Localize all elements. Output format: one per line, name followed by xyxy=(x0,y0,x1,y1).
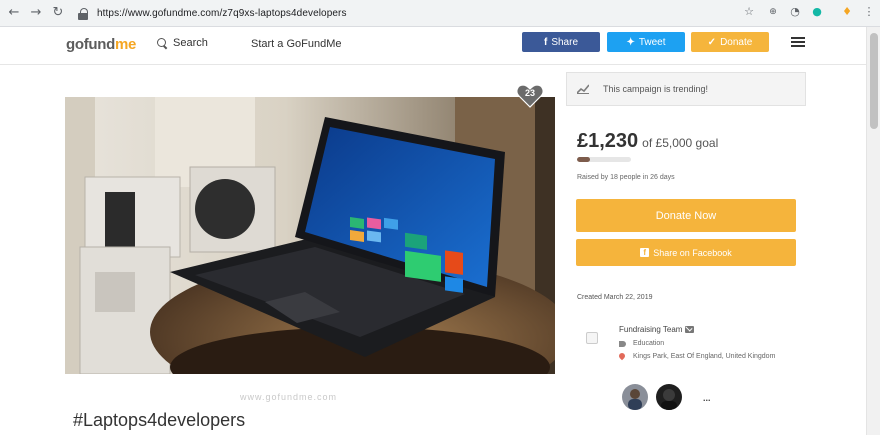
facebook-icon: f xyxy=(640,248,650,257)
hamburger-icon[interactable] xyxy=(791,37,805,47)
lock-icon xyxy=(78,7,88,20)
raised-summary: £1,230 of £5,000 goal xyxy=(577,130,718,153)
trending-banner: This campaign is trending! xyxy=(566,72,806,106)
page-scrollbar[interactable] xyxy=(866,27,880,435)
share-facebook-label: Share on Facebook xyxy=(653,247,732,258)
facebook-icon: f xyxy=(543,36,548,48)
reload-icon[interactable]: ↻ xyxy=(50,5,66,21)
laptop-photo xyxy=(65,97,555,374)
extension-icon-1[interactable]: ⊕ xyxy=(766,5,780,19)
team-member-avatar-2[interactable] xyxy=(656,384,682,410)
avatar-photo xyxy=(622,384,648,410)
tweet-button[interactable]: ✦ Tweet xyxy=(607,32,685,52)
gofundme-logo[interactable]: gofundme xyxy=(66,36,136,53)
pin-icon xyxy=(617,351,627,361)
site-header: gofundme Search Start a GoFundMe f Share … xyxy=(0,28,866,64)
address-bar[interactable]: https://www.gofundme.com/z7q9xs-laptops4… xyxy=(70,4,740,23)
scrollbar-thumb[interactable] xyxy=(870,33,878,129)
share-button[interactable]: f Share xyxy=(522,32,600,52)
more-team-members[interactable]: ... xyxy=(703,393,711,403)
mail-icon[interactable] xyxy=(685,326,695,333)
team-name: Fundraising Team xyxy=(619,325,683,334)
search-label: Search xyxy=(173,37,208,49)
search-link[interactable]: Search xyxy=(157,37,208,49)
check-icon: ✓ xyxy=(707,36,717,48)
raised-amount: £1,230 xyxy=(577,130,639,152)
arrow-left-icon[interactable]: ← xyxy=(6,5,22,21)
created-date: Created March 22, 2019 xyxy=(577,294,653,301)
campaign-title: #Laptops4developers xyxy=(73,410,246,430)
search-icon xyxy=(157,38,167,48)
location-row: Kings Park, East Of England, United King… xyxy=(617,351,784,362)
category-text[interactable]: Education xyxy=(633,339,664,349)
progress-bar xyxy=(577,157,631,162)
team-member-avatar-1[interactable] xyxy=(622,384,648,410)
donate-now-button[interactable]: Donate Now xyxy=(576,199,796,232)
progress-fill xyxy=(577,157,591,162)
share-facebook-button[interactable]: f Share on Facebook xyxy=(576,239,796,266)
trending-text: This campaign is trending! xyxy=(603,84,709,94)
heart-count: 23 xyxy=(524,88,535,98)
twitter-icon: ✦ xyxy=(626,36,635,48)
browser-menu-icon[interactable]: ⋮ xyxy=(862,5,876,19)
extension-icon-2[interactable]: ◔ xyxy=(788,5,802,19)
team-name-link[interactable]: Fundraising Team xyxy=(619,325,695,334)
tag-icon xyxy=(619,341,626,347)
extension-icon-4[interactable]: ♦ xyxy=(840,5,854,19)
image-watermark: www.gofundme.com xyxy=(240,392,338,402)
category-row: Education xyxy=(619,339,784,349)
star-icon[interactable]: ☆ xyxy=(742,5,756,19)
url-text: https://www.gofundme.com/z7q9xs-laptops4… xyxy=(97,8,347,19)
trending-chart-icon xyxy=(577,84,589,94)
campaign-image xyxy=(65,97,555,374)
browser-toolbar: ← → ↻ https://www.gofundme.com/z7q9xs-la… xyxy=(0,0,880,27)
raised-by-text: Raised by 18 people in 26 days xyxy=(577,174,675,181)
location-text: Kings Park, East Of England, United King… xyxy=(633,353,776,360)
extension-icon-3[interactable]: ● xyxy=(810,5,824,19)
arrow-right-icon[interactable]: → xyxy=(28,5,44,21)
avatar-photo xyxy=(656,384,682,410)
organizer-logo xyxy=(586,332,598,344)
donate-button[interactable]: ✓ Donate xyxy=(691,32,769,52)
raised-goal: of £5,000 goal xyxy=(642,136,719,150)
start-gofundme-link[interactable]: Start a GoFundMe xyxy=(251,38,342,50)
header-divider xyxy=(0,64,866,65)
